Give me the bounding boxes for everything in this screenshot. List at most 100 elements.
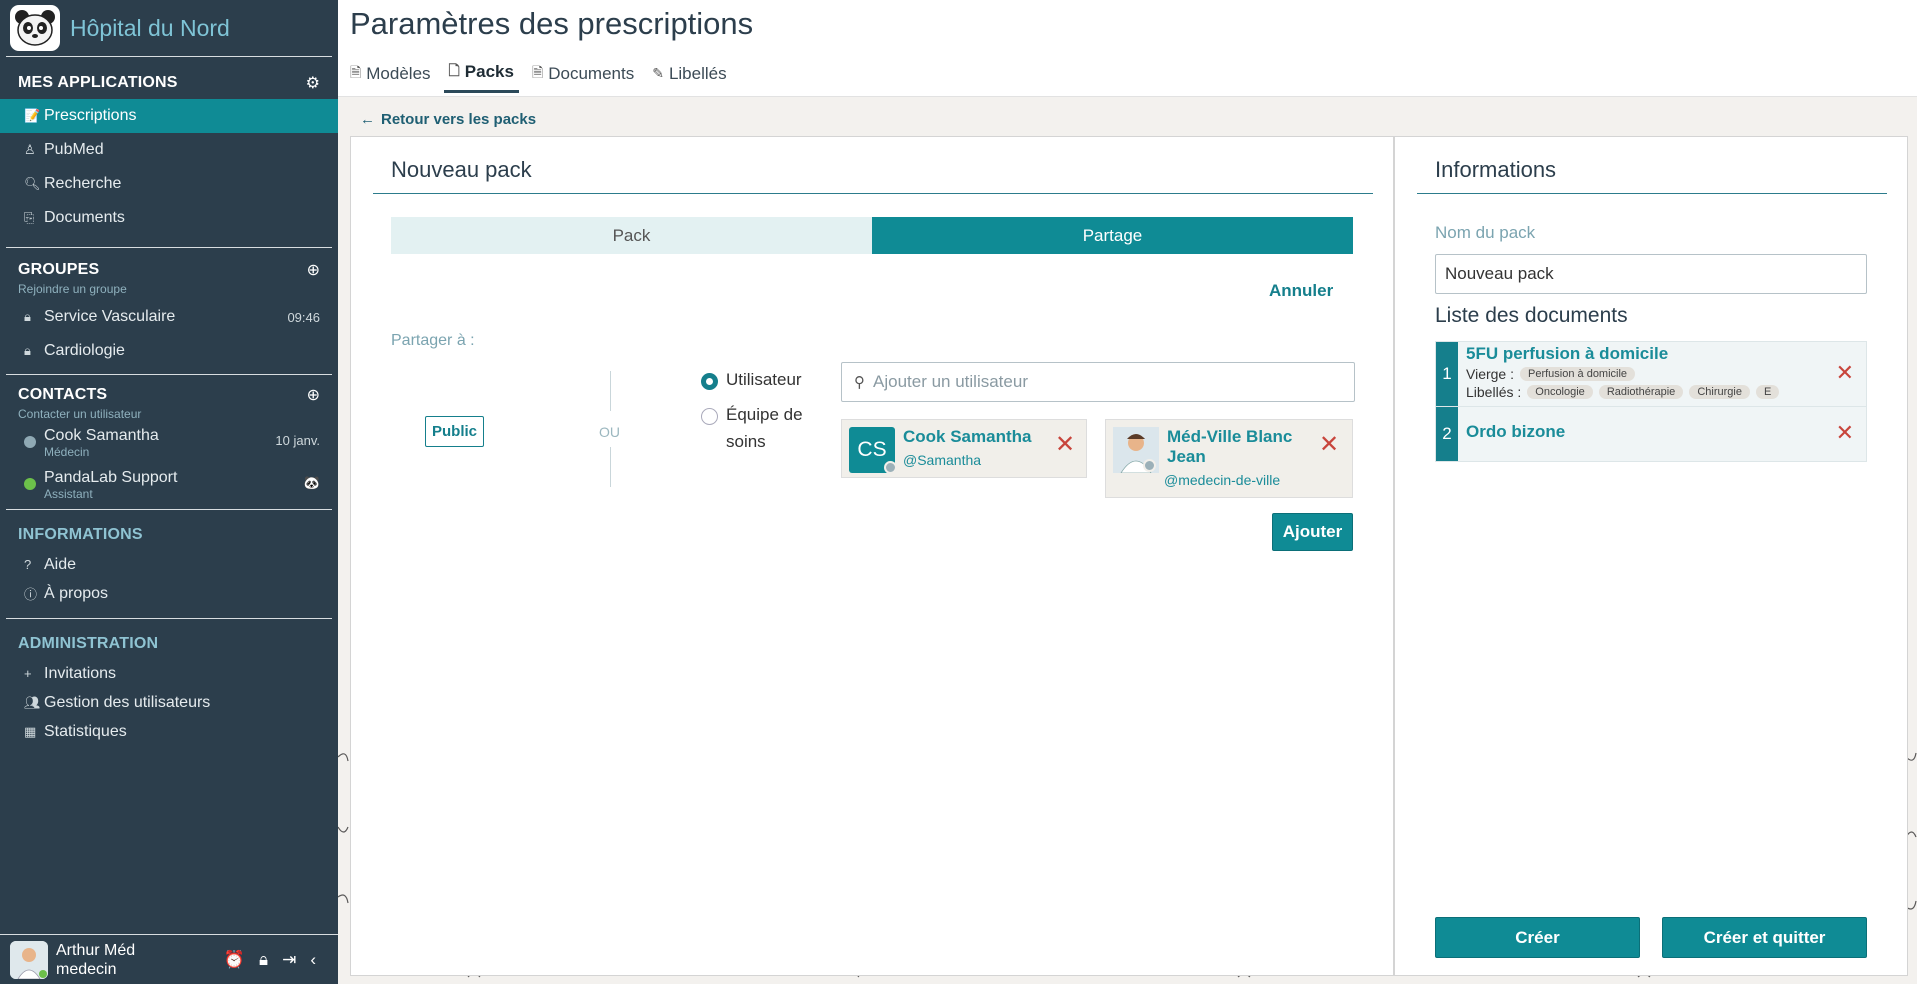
- apps-section: MES APPLICATIONS ⚙ 📝 Prescriptions ♙ Pub…: [0, 56, 338, 235]
- status-dot: [884, 461, 897, 474]
- paperclip-icon: ⎘: [24, 210, 35, 225]
- sidebar-item-apropos[interactable]: ⓘ À propos: [6, 579, 332, 608]
- contact-name: Cook Samantha: [44, 427, 159, 444]
- chip: E: [1755, 385, 1780, 399]
- labels-label: Libellés :: [1466, 384, 1522, 400]
- remove-document-icon[interactable]: ✕: [1836, 360, 1854, 386]
- shared-user-handle: @medecin-de-ville: [1164, 472, 1281, 488]
- sidebar-item-recherche[interactable]: 🔍︎ Recherche: [6, 167, 332, 201]
- tab-label: Packs: [464, 62, 514, 81]
- vierge-label: Vierge :: [1466, 366, 1514, 382]
- group-item[interactable]: 🔒︎ Cardiologie: [6, 334, 332, 368]
- contact-user-link[interactable]: Contacter un utilisateur: [6, 407, 332, 421]
- list-item[interactable]: 1 5FU perfusion à domicile Vierge : Perf…: [1436, 342, 1866, 407]
- sidebar-item-documents[interactable]: ⎘ Documents: [6, 201, 332, 235]
- document-icon: 🗎: [531, 63, 544, 80]
- groups-title: GROUPES: [18, 261, 100, 278]
- divider: [610, 371, 611, 411]
- chevron-left-icon[interactable]: ‹: [310, 950, 316, 970]
- radio-team[interactable]: Équipe de soins: [701, 405, 821, 455]
- tab-libelles[interactable]: ✎ Libellés: [652, 60, 726, 93]
- tab-label: Documents: [548, 63, 635, 83]
- sidebar-item-label: PubMed: [44, 141, 104, 158]
- divider: [373, 193, 1373, 194]
- status-dot: [24, 436, 36, 448]
- contact-name: PandaLab Support: [44, 469, 178, 486]
- tab-packs[interactable]: 🗋 Packs: [443, 60, 519, 93]
- list-item[interactable]: 2 Ordo bizone ✕: [1436, 407, 1866, 461]
- segment-partage[interactable]: Partage: [872, 217, 1353, 254]
- info-icon: ⓘ: [24, 587, 38, 602]
- group-item[interactable]: 🔒︎ Service Vasculaire 09:46: [6, 300, 332, 334]
- shared-user-card: CS Cook Samantha @Samantha ✕: [841, 419, 1087, 478]
- contact-role: Médecin: [44, 445, 90, 459]
- document-list-title: Liste des documents: [1435, 304, 1628, 327]
- arrow-left-icon: ←: [360, 111, 375, 128]
- divider: [610, 447, 611, 487]
- search-icon: ⚲: [854, 374, 865, 391]
- users-icon: 👥︎: [24, 694, 41, 710]
- tab-modeles[interactable]: 🗎 Modèles: [350, 60, 431, 93]
- alarm-icon[interactable]: ⏰: [224, 950, 245, 970]
- sidebar-item-label: Aide: [44, 555, 77, 573]
- join-group-link[interactable]: Rejoindre un groupe: [6, 282, 332, 296]
- lock-icon: 🔒︎: [24, 309, 31, 324]
- pack-name-field[interactable]: [1435, 254, 1867, 294]
- user-search-field[interactable]: ⚲: [841, 362, 1355, 402]
- add-circle-icon[interactable]: ⊕: [307, 260, 320, 280]
- pack-title: Nouveau pack: [391, 157, 532, 182]
- add-button[interactable]: Ajouter: [1272, 513, 1353, 551]
- or-label: OU: [599, 424, 620, 440]
- groups-section: GROUPES ⊕ Rejoindre un groupe 🔒︎ Service…: [6, 247, 332, 368]
- avatar[interactable]: [10, 940, 48, 979]
- radio-label: Équipe de soins: [726, 405, 803, 451]
- brand: Hôpital du Nord: [0, 0, 338, 56]
- chip: Perfusion à domicile: [1520, 367, 1636, 381]
- public-button[interactable]: Public: [425, 416, 484, 447]
- radio-empty-icon: [701, 408, 718, 425]
- remove-user-icon[interactable]: ✕: [1055, 430, 1075, 459]
- radio-label: Utilisateur: [726, 370, 802, 389]
- sidebar-item-invitations[interactable]: + Invitations: [6, 659, 332, 688]
- contact-item[interactable]: Cook Samantha Médecin 10 janv.: [6, 421, 332, 463]
- divider: [1417, 193, 1887, 194]
- sidebar-item-aide[interactable]: ? Aide: [6, 550, 332, 579]
- contact-item[interactable]: PandaLab Support Assistant 🐼: [6, 463, 332, 509]
- sidebar-item-label: Statistiques: [44, 722, 127, 740]
- remove-user-icon[interactable]: ✕: [1319, 430, 1339, 459]
- document-title[interactable]: Ordo bizone: [1466, 422, 1866, 442]
- create-and-quit-button[interactable]: Créer et quitter: [1662, 917, 1867, 958]
- gear-icon[interactable]: ⚙: [306, 73, 320, 93]
- pack-name-label: Nom du pack: [1435, 223, 1536, 242]
- sidebar-item-prescriptions[interactable]: 📝 Prescriptions: [0, 99, 338, 133]
- back-to-packs-link[interactable]: ← Retour vers les packs: [360, 111, 536, 128]
- create-button[interactable]: Créer: [1435, 917, 1640, 958]
- chip: Oncologie: [1527, 385, 1593, 399]
- sidebar-item-users[interactable]: 👥︎ Gestion des utilisateurs: [6, 688, 332, 717]
- lock-icon: 🔒︎: [24, 343, 31, 358]
- remove-document-icon[interactable]: ✕: [1836, 420, 1854, 446]
- contacts-title: CONTACTS: [18, 386, 108, 403]
- add-circle-icon[interactable]: ⊕: [307, 385, 320, 405]
- stats-icon: ▦: [24, 723, 37, 739]
- cancel-button[interactable]: Annuler: [1269, 281, 1333, 301]
- lock-icon[interactable]: 🔒︎: [259, 950, 268, 970]
- pack-card: Nouveau pack Pack Partage Annuler Partag…: [350, 136, 1394, 976]
- info-title: Informations: [1435, 157, 1557, 182]
- tab-documents[interactable]: 🗎 Documents: [532, 60, 634, 93]
- prescription-icon: 📝: [24, 108, 41, 123]
- segment-pack[interactable]: Pack: [391, 217, 872, 254]
- document-title[interactable]: 5FU perfusion à domicile: [1466, 344, 1866, 364]
- user-search-input[interactable]: [873, 372, 1333, 392]
- user-name: Arthur Méd: [56, 941, 136, 959]
- panda-logo-icon[interactable]: [10, 5, 60, 51]
- logout-icon[interactable]: ⇥: [282, 950, 296, 970]
- pack-name-input[interactable]: [1445, 264, 1855, 284]
- sidebar-item-stats[interactable]: ▦ Statistiques: [6, 717, 332, 746]
- header: Paramètres des prescriptions 🗎 Modèles 🗋…: [338, 0, 1917, 97]
- apps-title: MES APPLICATIONS: [18, 74, 178, 91]
- sidebar-item-pubmed[interactable]: ♙ PubMed: [6, 133, 332, 167]
- radio-user[interactable]: Utilisateur: [701, 370, 802, 390]
- document-icon: 🗋: [448, 62, 460, 78]
- chip: Chirurgie: [1689, 385, 1750, 399]
